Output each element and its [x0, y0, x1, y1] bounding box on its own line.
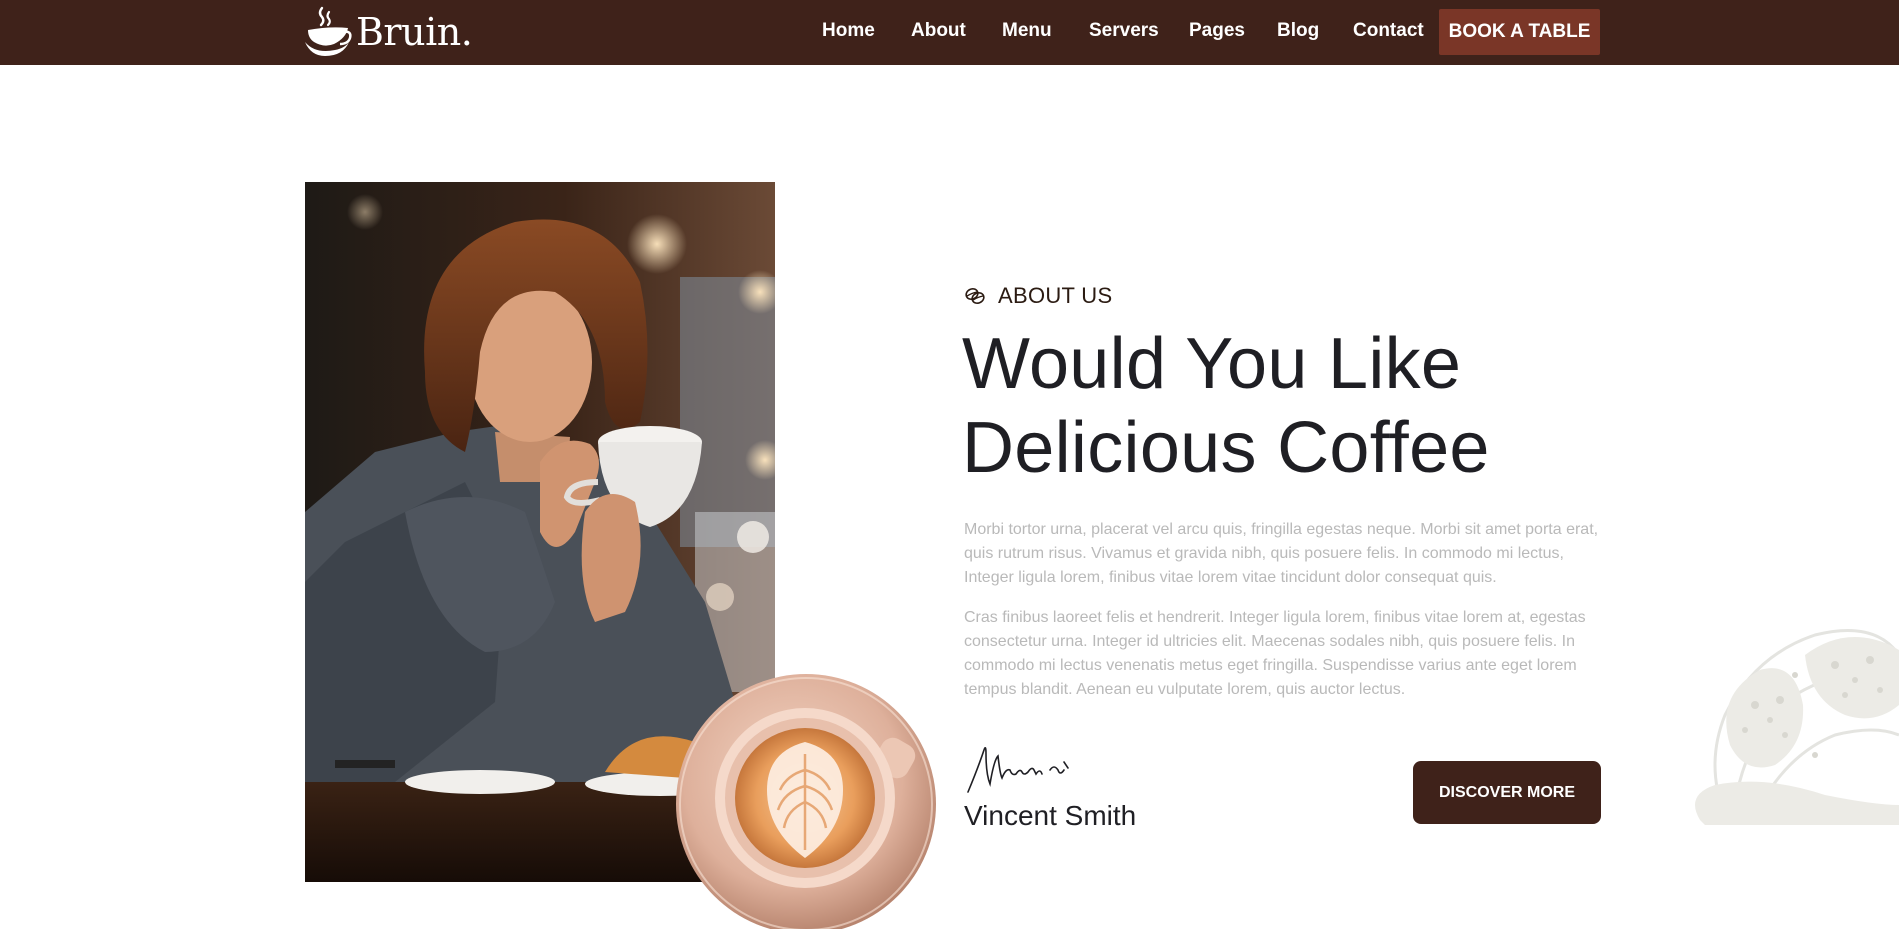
- nav-home[interactable]: Home: [822, 20, 875, 42]
- coffee-beans-decoration: [1685, 615, 1899, 825]
- nav-about[interactable]: About: [911, 20, 966, 42]
- nav-menu[interactable]: Menu: [1002, 20, 1052, 42]
- site-header: Bruin. Home About Menu Servers Pages Blo…: [0, 0, 1899, 65]
- discover-more-button[interactable]: DISCOVER MORE: [1413, 761, 1601, 824]
- brand-name: Bruin.: [356, 10, 473, 54]
- signer-name: Vincent Smith: [964, 800, 1137, 831]
- book-table-button[interactable]: BOOK A TABLE: [1439, 9, 1600, 55]
- about-paragraph-2: Cras finibus laoreet felis et hendrerit.…: [964, 609, 1586, 698]
- heading-line-2: Delicious Coffee: [962, 408, 1490, 488]
- coffee-bean-icon: [965, 288, 985, 304]
- nav-blog[interactable]: Blog: [1277, 20, 1319, 42]
- page-heading: Would You Like Delicious Coffee: [962, 322, 1662, 490]
- brand-logo[interactable]: Bruin.: [302, 6, 473, 58]
- coffee-cup-logo-icon: [305, 6, 352, 56]
- about-paragraph-1: Morbi tortor urna, placerat vel arcu qui…: [964, 521, 1599, 586]
- nav-pages[interactable]: Pages: [1189, 20, 1245, 42]
- signature-image: [964, 740, 1076, 802]
- nav-servers[interactable]: Servers: [1089, 20, 1159, 42]
- latte-cup-image: [672, 670, 940, 929]
- section-tag: ABOUT US: [964, 283, 1112, 309]
- section-tag-label: ABOUT US: [998, 283, 1113, 308]
- nav-contact[interactable]: Contact: [1353, 20, 1424, 42]
- heading-line-1: Would You Like: [962, 324, 1462, 404]
